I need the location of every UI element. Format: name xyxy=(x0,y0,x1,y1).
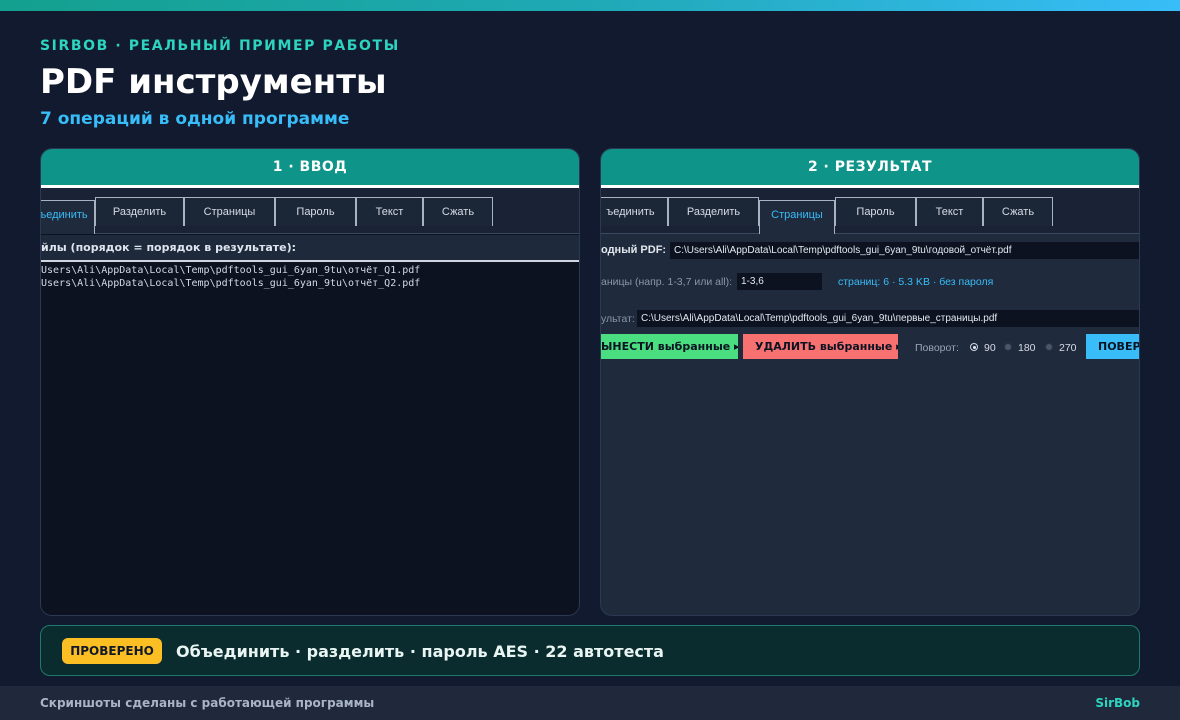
tab-merge[interactable]: ъединить xyxy=(601,197,668,226)
delete-selected-button[interactable]: УДАЛИТЬ выбранные ▸ xyxy=(743,334,898,359)
page-subtitle: 7 операций в одной программе xyxy=(40,109,350,129)
tab-strip: ъединить Разделить Страницы Пароль Текст… xyxy=(41,188,579,234)
extract-selected-button[interactable]: ЫНЕСТИ выбранные ▸ xyxy=(601,334,738,359)
list-item[interactable]: Users\Ali\AppData\Local\Temp\pdftools_gu… xyxy=(41,278,420,289)
rotate-180-label: 180 xyxy=(1018,342,1036,354)
tab-split[interactable]: Разделить xyxy=(668,197,759,226)
page-title: PDF инструменты xyxy=(40,62,387,102)
result-panel-heading: 2 · РЕЗУЛЬТАТ xyxy=(601,149,1139,185)
pdf-info-text: страниц: 6 · 5.3 KB · без пароля xyxy=(838,276,994,288)
rotate-270-radio[interactable] xyxy=(1045,343,1053,351)
source-pdf-field[interactable]: C:\Users\Ali\AppData\Local\Temp\pdftools… xyxy=(670,242,1139,259)
file-list-label: йлы (порядок = порядок в результате): xyxy=(41,241,297,254)
footer: Скриншоты сделаны с работающей программы… xyxy=(0,686,1180,720)
verification-strip: ПРОВЕРЕНО Объединить · разделить · парол… xyxy=(40,625,1140,676)
tab-strip: ъединить Разделить Страницы Пароль Текст… xyxy=(601,188,1139,234)
result-label: ультат: xyxy=(601,313,635,325)
verified-badge: ПРОВЕРЕНО xyxy=(62,638,162,664)
footer-caption: Скриншоты сделаны с работающей программы xyxy=(40,696,375,710)
tab-text[interactable]: Текст xyxy=(356,197,423,226)
list-item[interactable]: Users\Ali\AppData\Local\Temp\pdftools_gu… xyxy=(41,265,420,276)
result-path-field[interactable]: C:\Users\Ali\AppData\Local\Temp\pdftools… xyxy=(637,310,1139,327)
footer-brand: SirBob xyxy=(1095,696,1140,710)
input-panel: 1 · ВВОД ъединить Разделить Страницы Пар… xyxy=(40,148,580,616)
pages-label: аницы (напр. 1-3,7 или all): xyxy=(601,276,733,288)
tab-pages[interactable]: Страницы xyxy=(759,200,835,234)
input-panel-heading: 1 · ВВОД xyxy=(41,149,579,185)
rotation-label: Поворот: xyxy=(915,342,959,354)
header-kicker: SIRBOB · РЕАЛЬНЫЙ ПРИМЕР РАБОТЫ xyxy=(40,38,400,54)
rotate-90-radio[interactable] xyxy=(970,343,978,351)
rotate-button[interactable]: ПОВЕРН xyxy=(1086,334,1139,359)
tab-compress[interactable]: Сжать xyxy=(983,197,1053,226)
tab-password[interactable]: Пароль xyxy=(275,197,356,226)
verification-summary: Объединить · разделить · пароль AES · 22… xyxy=(176,642,664,661)
tab-compress[interactable]: Сжать xyxy=(423,197,493,226)
rotate-90-label: 90 xyxy=(984,342,996,354)
tab-merge[interactable]: ъединить xyxy=(41,200,95,234)
source-pdf-label: одный PDF: xyxy=(601,244,667,256)
tab-split[interactable]: Разделить xyxy=(95,197,184,226)
file-list[interactable]: Users\Ali\AppData\Local\Temp\pdftools_gu… xyxy=(41,264,579,615)
result-panel: 2 · РЕЗУЛЬТАТ ъединить Разделить Страниц… xyxy=(600,148,1140,616)
top-accent-bar xyxy=(0,0,1180,11)
tab-text[interactable]: Текст xyxy=(916,197,983,226)
tab-password[interactable]: Пароль xyxy=(835,197,916,226)
pages-input[interactable]: 1-3,6 xyxy=(737,273,822,290)
tab-pages[interactable]: Страницы xyxy=(184,197,275,226)
rotate-180-radio[interactable] xyxy=(1004,343,1012,351)
rotate-270-label: 270 xyxy=(1059,342,1077,354)
